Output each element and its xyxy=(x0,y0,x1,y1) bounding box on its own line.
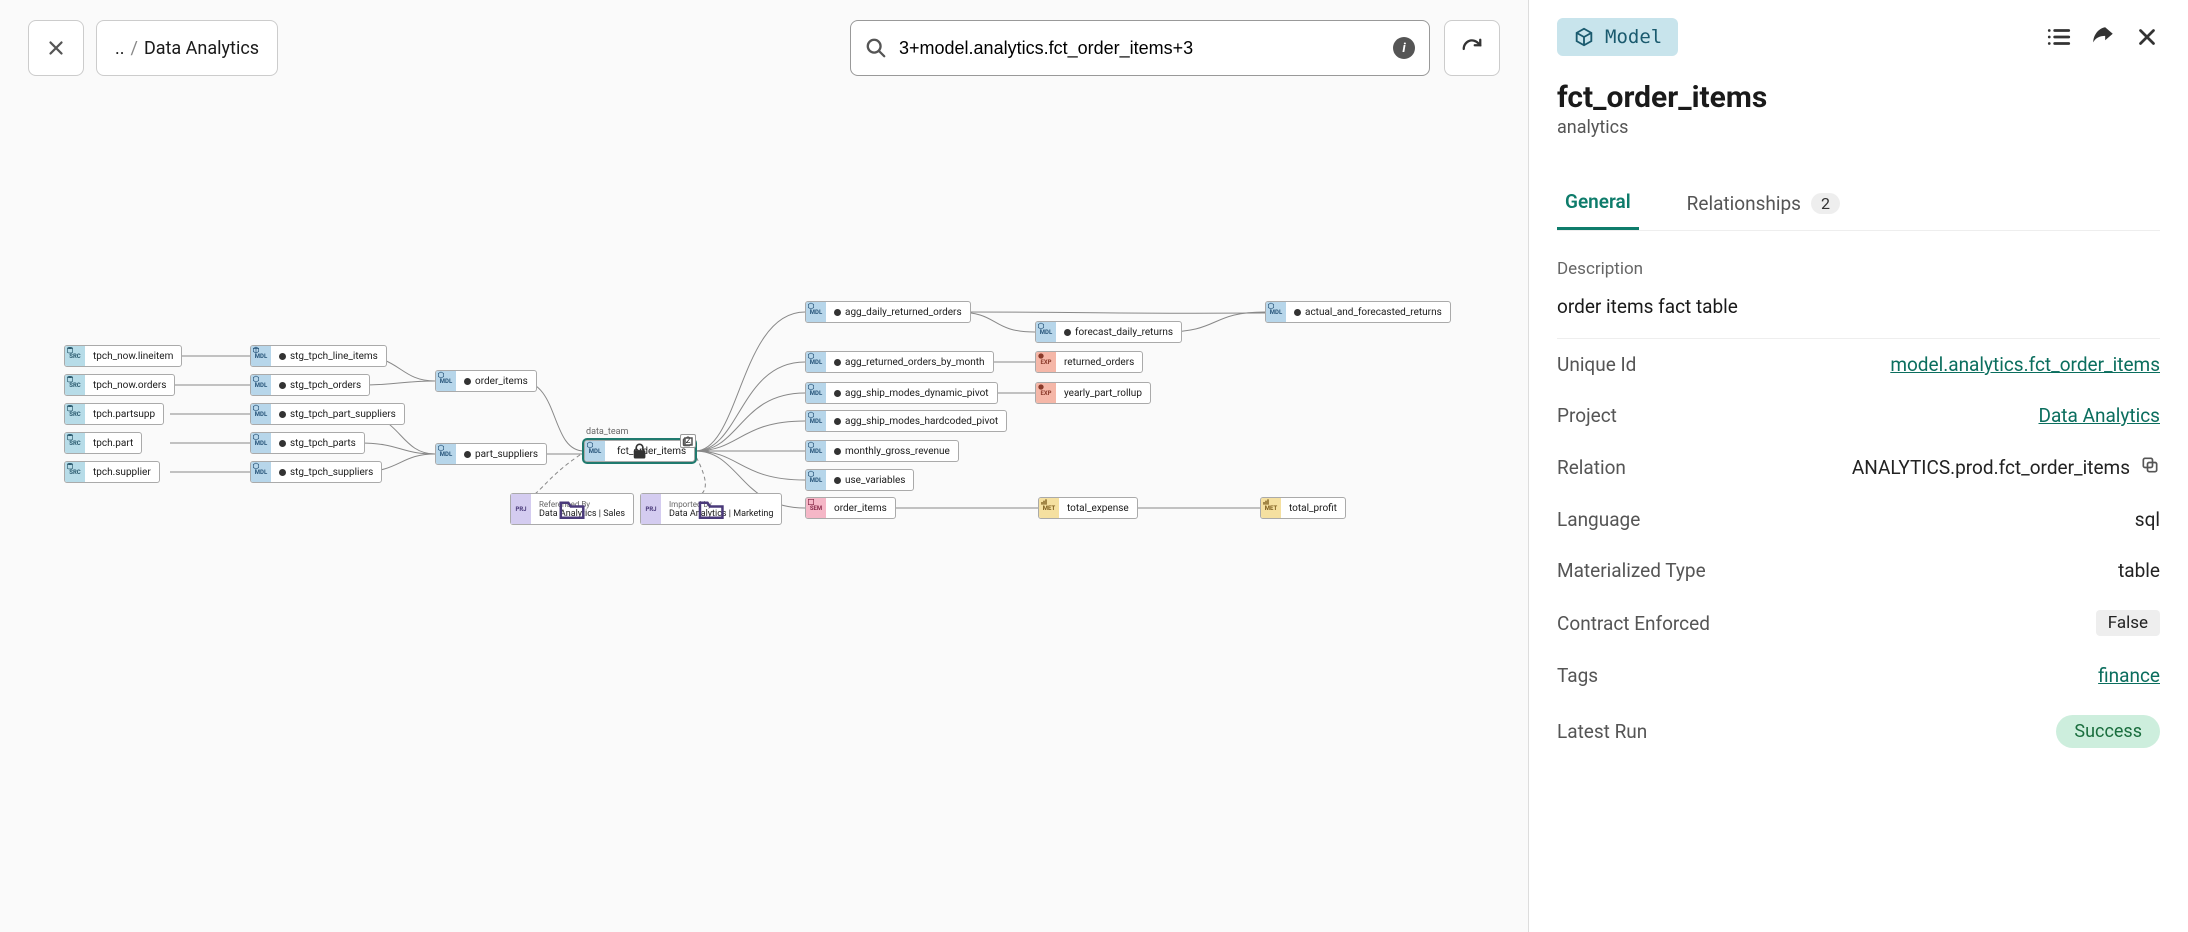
node-agg-ship-modes-hardcoded[interactable]: MDLagg_ship_modes_hardcoded_pivot xyxy=(805,410,1007,432)
top-toolbar: .. / Data Analytics i xyxy=(0,0,1528,96)
node-tpch-partsupp[interactable]: SRCtpch.partsupp xyxy=(64,403,164,425)
row-latest-run: Latest RunSuccess xyxy=(1557,701,2160,762)
row-project: ProjectData Analytics xyxy=(1557,390,2160,441)
node-stg-tpch-orders[interactable]: MDLstg_tpch_orders xyxy=(250,374,370,396)
resource-type-badge: Model xyxy=(1557,18,1678,56)
relationships-count: 2 xyxy=(1811,193,1840,214)
lineage-canvas-area: .. / Data Analytics i xyxy=(0,0,1528,932)
node-met-total-profit[interactable]: METtotal_profit xyxy=(1260,497,1346,519)
node-part-suppliers[interactable]: MDLpart_suppliers xyxy=(435,443,547,465)
contract-chip: False xyxy=(2096,610,2160,636)
search-input[interactable] xyxy=(899,38,1381,59)
latest-run-status: Success xyxy=(2056,715,2160,748)
unique-id-link[interactable]: model.analytics.fct_order_items xyxy=(1890,353,2160,376)
lineage-graph[interactable]: SRCtpch_now.lineitem SRCtpch_now.orders … xyxy=(0,100,1528,932)
node-use-variables[interactable]: MDLuse_variables xyxy=(805,469,914,491)
copy-relation-button[interactable] xyxy=(2140,455,2160,480)
tab-relationships[interactable]: Relationships 2 xyxy=(1679,180,1848,230)
row-materialized-type: Materialized Typetable xyxy=(1557,545,2160,596)
node-group-label: data_team xyxy=(586,427,628,437)
row-relation: RelationANALYTICS.prod.fct_order_items xyxy=(1557,441,2160,494)
search-info-icon[interactable]: i xyxy=(1393,37,1415,59)
row-contract-enforced: Contract EnforcedFalse xyxy=(1557,596,2160,650)
node-exp-returned-orders[interactable]: EXPreturned_orders xyxy=(1035,351,1143,373)
refresh-icon xyxy=(1461,37,1483,59)
share-icon[interactable] xyxy=(2090,24,2116,50)
node-tpch-part[interactable]: SRCtpch.part xyxy=(64,432,142,454)
node-version-count[interactable]: 2 xyxy=(680,434,696,448)
node-sem-order-items[interactable]: SEMorder_items xyxy=(805,497,896,519)
description-text: order items fact table xyxy=(1557,295,2160,339)
node-agg-daily-returned-orders[interactable]: MDLagg_daily_returned_orders xyxy=(805,301,971,323)
breadcrumb-current: Data Analytics xyxy=(144,38,259,59)
row-language: Languagesql xyxy=(1557,494,2160,545)
node-stg-tpch-parts[interactable]: MDLstg_tpch_parts xyxy=(250,432,365,454)
tab-general[interactable]: General xyxy=(1557,180,1639,230)
breadcrumb[interactable]: .. / Data Analytics xyxy=(96,20,278,76)
row-unique-id: Unique Idmodel.analytics.fct_order_items xyxy=(1557,339,2160,390)
close-panel-icon[interactable] xyxy=(2134,24,2160,50)
model-icon xyxy=(1573,26,1595,48)
node-stg-tpch-suppliers[interactable]: MDLstg_tpch_suppliers xyxy=(250,461,382,483)
node-fct-order-items[interactable]: MDLfct_order_items xyxy=(584,440,695,462)
tag-link[interactable]: finance xyxy=(2098,664,2160,687)
close-button[interactable] xyxy=(28,20,84,76)
refresh-button[interactable] xyxy=(1444,20,1500,76)
list-icon[interactable] xyxy=(2046,24,2072,50)
search-icon xyxy=(865,37,887,59)
search-box[interactable]: i xyxy=(850,20,1430,76)
panel-subtitle: analytics xyxy=(1557,117,2160,138)
details-panel: Model fct_order_items analytics General … xyxy=(1528,0,2188,932)
breadcrumb-prefix: .. xyxy=(115,38,125,59)
row-tags: Tagsfinance xyxy=(1557,650,2160,701)
ref-box-sales[interactable]: PRJReferenced ByData Analytics | Sales xyxy=(510,493,634,525)
node-actual-and-forecasted-returns[interactable]: MDLactual_and_forecasted_returns xyxy=(1265,301,1451,323)
panel-title: fct_order_items xyxy=(1557,80,2160,115)
node-tpch-supplier[interactable]: SRCtpch.supplier xyxy=(64,461,160,483)
node-order-items-int[interactable]: MDLorder_items xyxy=(435,370,537,392)
description-label: Description xyxy=(1557,259,2160,279)
node-forecast-daily-returns[interactable]: MDLforecast_daily_returns xyxy=(1035,321,1182,343)
project-link[interactable]: Data Analytics xyxy=(2039,404,2161,427)
node-agg-ship-modes-dynamic[interactable]: MDLagg_ship_modes_dynamic_pivot xyxy=(805,382,998,404)
node-agg-returned-orders-by-month[interactable]: MDLagg_returned_orders_by_month xyxy=(805,351,994,373)
node-tpch-now-orders[interactable]: SRCtpch_now.orders xyxy=(64,374,175,396)
ref-box-marketing[interactable]: PRJImported byData Analytics | Marketing xyxy=(640,493,782,525)
node-tpch-now-lineitem[interactable]: SRCtpch_now.lineitem xyxy=(64,345,182,367)
node-monthly-gross-revenue[interactable]: MDLmonthly_gross_revenue xyxy=(805,440,959,462)
node-met-total-expense[interactable]: METtotal_expense xyxy=(1038,497,1138,519)
node-stg-tpch-part-suppliers[interactable]: MDLstg_tpch_part_suppliers xyxy=(250,403,405,425)
breadcrumb-separator: / xyxy=(131,38,138,59)
panel-tabs: General Relationships 2 xyxy=(1557,180,2160,231)
close-icon xyxy=(45,37,67,59)
node-exp-yearly-part-rollup[interactable]: EXPyearly_part_rollup xyxy=(1035,382,1151,404)
node-stg-tpch-line-items[interactable]: MDLstg_tpch_line_items xyxy=(250,345,387,367)
